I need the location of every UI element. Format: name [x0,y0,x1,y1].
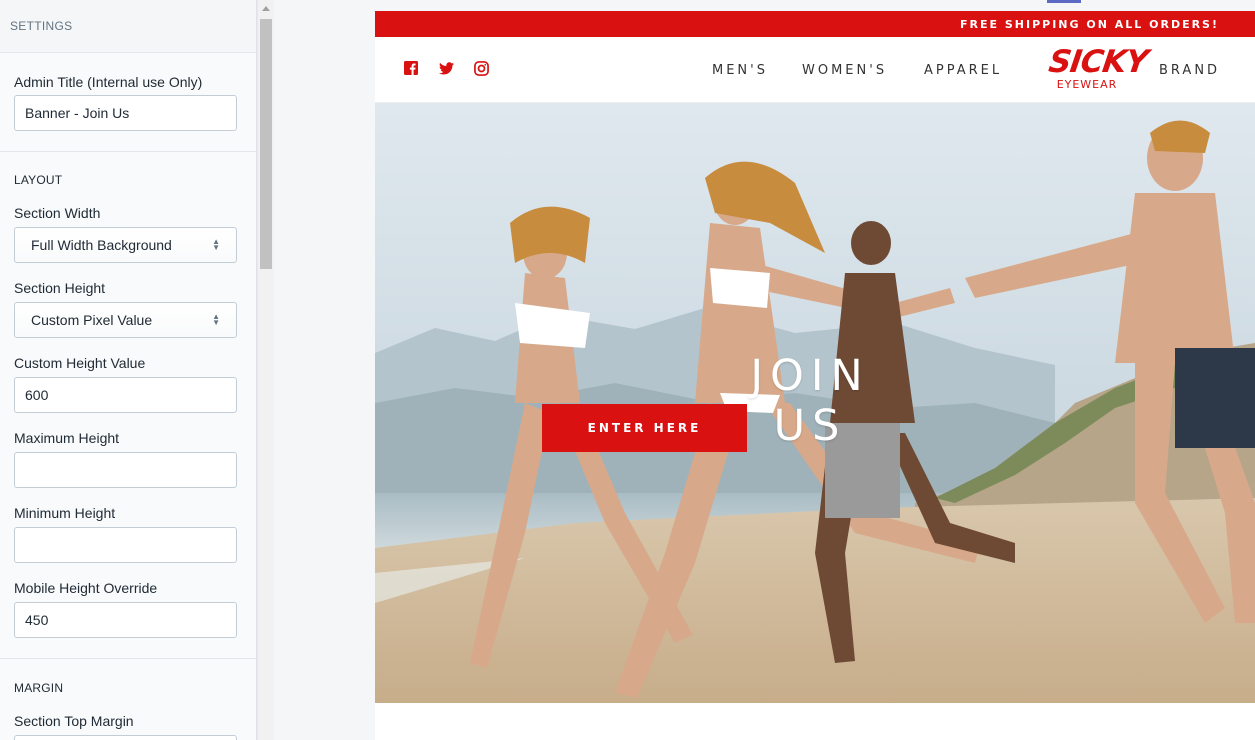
max-height-input[interactable] [14,452,237,488]
section-height-select[interactable]: Custom Pixel Value ▲ ▼ [14,302,237,338]
scroll-thumb[interactable] [260,19,272,269]
site-header: MEN'S WOMEN'S APPAREL SICKY EYEWEAR BRAN… [375,37,1255,103]
select-arrows-icon: ▲ ▼ [212,312,220,327]
top-margin-label: Section Top Margin [14,713,134,729]
nav-brand[interactable]: BRAND [1159,63,1220,78]
custom-height-input[interactable]: 600 [14,377,237,413]
min-height-input[interactable] [14,527,237,563]
margin-heading: MARGIN [14,681,64,695]
top-margin-input[interactable] [14,735,237,740]
section-height-label: Section Height [14,280,106,296]
preview-area: FREE SHIPPING ON ALL ORDERS! MEN'S WOMEN… [274,0,1255,740]
nav-womens[interactable]: WOMEN'S [802,63,887,78]
admin-title-input[interactable]: Banner - Join Us [14,95,237,131]
min-height-label: Minimum Height [14,505,116,521]
settings-panel: SETTINGS Admin Title (Internal use Only)… [0,0,257,740]
site-preview-frame: FREE SHIPPING ON ALL ORDERS! MEN'S WOMEN… [375,11,1255,740]
nav-mens[interactable]: MEN'S [712,63,768,78]
scroll-up-icon[interactable] [262,6,270,11]
section-width-value: Full Width Background [31,237,172,253]
admin-title-section: Admin Title (Internal use Only) Banner -… [0,53,256,152]
social-icons [403,60,489,76]
facebook-icon[interactable] [403,60,419,76]
admin-title-label: Admin Title (Internal use Only) [14,74,203,90]
logo-word: SICKY [1046,44,1150,80]
layout-heading: LAYOUT [14,173,63,187]
announcement-bar: FREE SHIPPING ON ALL ORDERS! [375,11,1255,37]
section-width-select[interactable]: Full Width Background ▲ ▼ [14,227,237,263]
settings-header: SETTINGS [0,0,256,53]
section-width-label: Section Width [14,205,101,221]
announcement-text: FREE SHIPPING ON ALL ORDERS! [960,17,1219,31]
mobile-height-label: Mobile Height Override [14,580,158,596]
instagram-icon[interactable] [473,60,489,76]
mobile-height-input[interactable]: 450 [14,602,237,638]
nav-apparel[interactable]: APPAREL [924,63,1002,78]
max-height-label: Maximum Height [14,430,120,446]
custom-height-label: Custom Height Value [14,355,146,371]
section-height-value: Custom Pixel Value [31,312,153,328]
select-arrows-icon: ▲ ▼ [212,237,220,252]
settings-title: SETTINGS [10,19,73,33]
margin-section: MARGIN Section Top Margin [0,659,256,740]
hero-banner: JOIN US ENTER HERE [375,103,1255,703]
sicky-logo[interactable]: SICKY EYEWEAR [1046,44,1150,97]
preview-accent-bar [1047,0,1081,3]
enter-here-button[interactable]: ENTER HERE [542,404,747,452]
layout-section: LAYOUT Section Width Full Width Backgrou… [0,152,256,659]
twitter-icon[interactable] [438,60,454,76]
panel-scrollbar[interactable] [257,0,274,740]
